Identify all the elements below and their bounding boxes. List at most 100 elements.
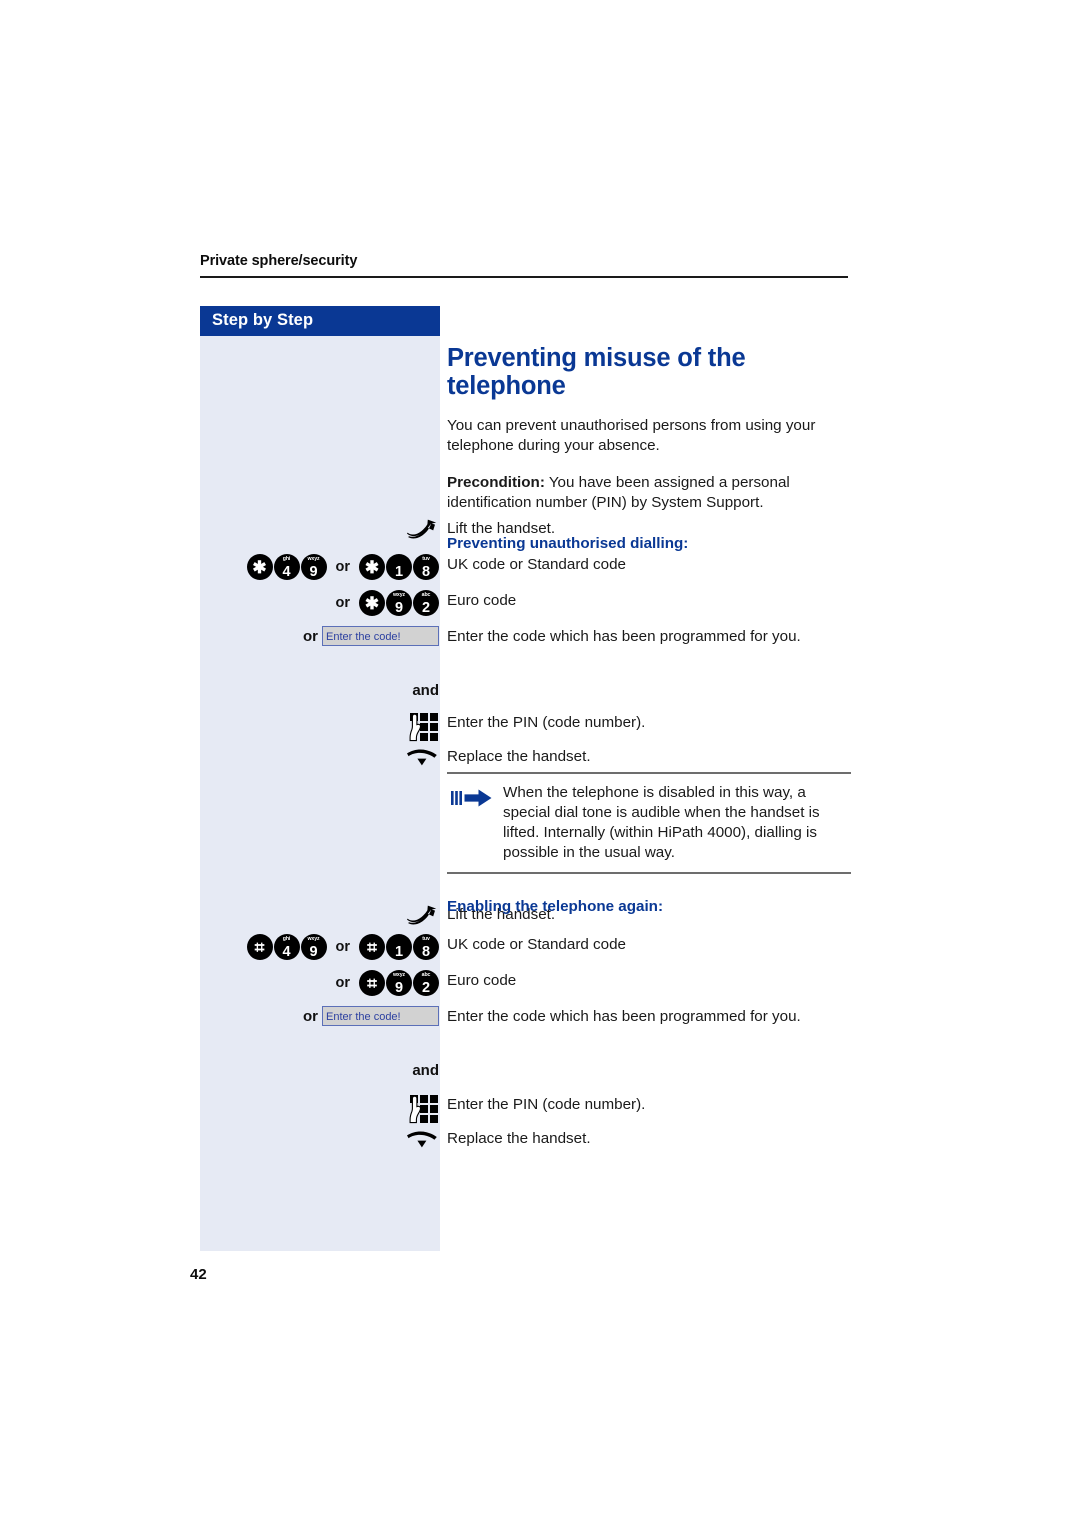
phone-key-hash[interactable]: ⌗ [359,934,385,960]
handset-replace-icon [405,1128,439,1155]
key-letters: wxyz [393,591,405,598]
phone-key-hash[interactable]: ⌗ [246,934,273,960]
step-description: Replace the handset. [447,1130,591,1147]
key-glyph: ✱ [252,558,267,577]
step-description: Lift the handset. [447,520,556,537]
content-column: Preventing misuse of the telephone You c… [447,306,851,552]
key-glyph: 1 [394,563,404,580]
step-gutter [200,712,447,747]
phone-key-4[interactable]: ghi 4 [273,554,300,580]
phone-key-1[interactable]: 1 [386,554,412,580]
and-label: and [412,682,439,699]
key-group: ✱ wxyz 9 abc 2 [359,590,439,616]
step-gutter: ⌗ ghi 4 wxyz 9 or ⌗ 1 tuv 8 [200,934,447,960]
note-arrow-icon [451,788,493,864]
step-gutter: or Enter the code! [200,1006,447,1026]
key-glyph: ⌗ [367,974,377,993]
or-separator: or [335,595,351,611]
keypad-hand-glyph [409,1095,438,1124]
page-number: 42 [190,1266,207,1283]
phone-key-star[interactable]: ✱ [359,590,385,616]
step-row: Replace the handset. [200,1128,851,1155]
and-label: and [412,1062,439,1079]
key-glyph: 2 [421,599,431,616]
key-glyph: 2 [421,979,431,996]
phone-display-field[interactable]: Enter the code! [322,626,439,646]
key-group: ⌗ wxyz 9 abc 2 [359,970,439,996]
step-gutter [200,1094,447,1129]
step-row: ⌗ ghi 4 wxyz 9 or ⌗ 1 tuv 8 UK code or S… [200,934,851,960]
step-row: and [200,682,851,699]
key-glyph: 8 [421,943,431,960]
step-description: UK code or Standard code [447,936,626,953]
keypad-hand-glyph [409,713,438,742]
key-glyph: 1 [394,943,404,960]
key-group: ⌗ 1 tuv 8 [359,934,439,960]
section-heading-enabling: Enabling the telephone again: [447,898,664,915]
step-description: UK code or Standard code [447,556,626,573]
phone-key-1[interactable]: 1 [386,934,412,960]
handset-replace-icon [405,746,439,773]
key-glyph: ⌗ [367,938,377,957]
key-group: ✱ ghi 4 wxyz 9 [246,554,327,580]
step-gutter: or ⌗ wxyz 9 abc 2 [200,970,447,996]
or-label: or [303,627,318,645]
step-gutter [200,1128,447,1155]
document-page: Private sphere/security Step by Step Pre… [0,0,1080,1528]
phone-key-8[interactable]: tuv 8 [413,554,439,580]
step-gutter [200,746,447,773]
note-rule-bottom [447,872,851,875]
key-glyph: ⌗ [254,938,265,957]
step-description: Enter the code which has been programmed… [447,628,801,645]
step-by-step-label: Step by Step [212,311,314,329]
step-row: Lift the handset. [200,518,851,547]
key-letters: abc [421,591,431,598]
precondition-paragraph: Precondition: You have been assigned a p… [447,473,851,513]
phone-key-9[interactable]: wxyz 9 [300,934,327,960]
display-prompt-line: Enter the code! [326,631,401,643]
precondition-label: Precondition: [447,473,545,491]
phone-key-9[interactable]: wxyz 9 [386,970,412,996]
key-letters: wxyz [307,935,320,942]
keypad-hand-icon [409,1094,439,1129]
step-description: Replace the handset. [447,748,591,765]
phone-key-2[interactable]: abc 2 [413,590,439,616]
step-gutter [200,904,447,933]
step-row: Enter the PIN (code number). [200,712,851,747]
key-glyph: 9 [309,943,318,960]
step-row: or Enter the code! Enter the code which … [200,626,851,647]
step-row: ✱ ghi 4 wxyz 9 or ✱ 1 tuv 8 UK code or S… [200,554,851,580]
key-group: ⌗ ghi 4 wxyz 9 [246,934,327,960]
handset-lift-icon [405,904,439,933]
or-separator: or [335,559,351,575]
phone-key-9[interactable]: wxyz 9 [386,590,412,616]
step-description: Euro code [447,972,517,989]
step-gutter: ✱ ghi 4 wxyz 9 or ✱ 1 tuv 8 [200,554,447,580]
key-group: ✱ 1 tuv 8 [359,554,439,580]
step-gutter: or ✱ wxyz 9 abc 2 [200,590,447,616]
step-by-step-header: Step by Step [200,306,440,336]
phone-display-field[interactable]: Enter the code! [322,1006,439,1026]
phone-key-hash[interactable]: ⌗ [359,970,385,996]
step-row: or ⌗ wxyz 9 abc 2 Euro code [200,970,851,996]
step-row: Replace the handset. [200,746,851,773]
phone-key-9[interactable]: wxyz 9 [300,554,327,580]
step-description: Enter the code which has been programmed… [447,1008,801,1025]
note-box: When the telephone is disabled in this w… [447,772,851,875]
phone-key-star[interactable]: ✱ [246,554,273,580]
step-description [447,1062,851,1063]
phone-key-2[interactable]: abc 2 [413,970,439,996]
key-letters: abc [421,971,431,978]
phone-key-4[interactable]: ghi 4 [273,934,300,960]
phone-key-8[interactable]: tuv 8 [413,934,439,960]
step-gutter: and [200,1062,447,1079]
key-glyph: 9 [394,979,404,996]
handset-lift-glyph [407,905,437,925]
phone-key-star[interactable]: ✱ [359,554,385,580]
handset-lift-icon [405,518,439,547]
key-glyph: 9 [394,599,404,616]
note-text: When the telephone is disabled in this w… [503,783,820,862]
or-label: or [303,1007,318,1025]
step-gutter: and [200,682,447,699]
running-head: Private sphere/security [200,253,358,269]
